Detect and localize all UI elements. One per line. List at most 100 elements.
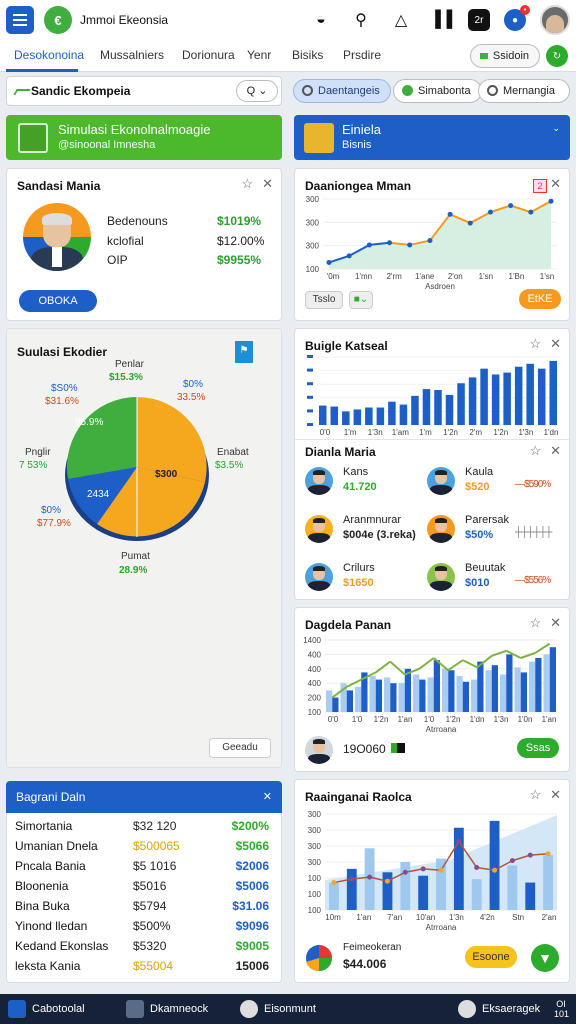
ssas-button[interactable]: Ssas — [517, 738, 559, 758]
close-icon[interactable]: ✕ — [262, 176, 273, 192]
alert-square-icon[interactable]: 2r — [468, 9, 490, 31]
refresh-icon[interactable]: ↻ — [546, 45, 568, 67]
x-tick-label: 1'2n — [443, 428, 458, 437]
star-icon[interactable]: ☆ — [529, 336, 541, 352]
star-icon[interactable]: ☆ — [529, 443, 541, 459]
person-name: Beuutak — [465, 562, 506, 574]
combo-chart-card-2: Raainganai Raolca ☆ ✕ 300 300 300 300 100 100 1… — [294, 779, 570, 983]
table-row[interactable]: leksta Kania $55004 15006 — [15, 959, 275, 979]
x-tick-label: 1'am — [392, 428, 409, 437]
bar — [418, 875, 429, 910]
person-value: $010 — [465, 577, 490, 589]
bar — [480, 368, 488, 425]
x-tick-label: 1'3n — [368, 428, 383, 437]
data-point — [346, 253, 352, 259]
pie-cat-label: Pumat — [121, 551, 150, 562]
star-icon[interactable]: ☆ — [241, 176, 253, 192]
action-button[interactable]: EtKE — [519, 289, 561, 309]
search-icon: Q — [246, 85, 256, 97]
table-row[interactable]: Pncala Bania $5 1016 $2006 — [15, 859, 275, 879]
tab-dorionura[interactable]: Dorionura — [182, 48, 235, 62]
pie-cat-value: 7 53% — [19, 460, 48, 471]
bar — [445, 394, 454, 425]
people-title: Dianla Maria — [305, 445, 376, 459]
tab-prsdire[interactable]: Prsdire — [343, 48, 381, 62]
notification-icon[interactable]: ● • — [504, 5, 530, 31]
banner-einiela[interactable]: Einiela Bisnis ⌄ — [294, 115, 570, 160]
toggle-dropdown[interactable]: ■⌄ — [349, 291, 373, 309]
oboka-button[interactable]: OBOKA — [19, 290, 97, 312]
x-tick-label: 1'ane — [415, 272, 435, 281]
hamburger-menu-icon[interactable] — [6, 6, 34, 34]
bottom-item-eisonmunt[interactable]: Eisonmunt — [240, 1000, 316, 1018]
bookmark-icon[interactable]: ⚑ — [235, 341, 253, 363]
bar — [382, 872, 393, 910]
profile-portrait — [23, 203, 91, 271]
bottom-item-eksaeragek[interactable]: Eksaeragek — [458, 1000, 540, 1018]
chevron-icon[interactable]: ⌄ — [552, 123, 560, 134]
star-icon[interactable]: ☆ — [529, 615, 541, 631]
pie-slice-green — [66, 397, 137, 479]
y-tick-mark — [307, 382, 313, 386]
bar — [526, 363, 534, 425]
x-tick-label: 2'rm — [386, 272, 402, 281]
tab-bar: Desokonoina Mussalniers Dorionura Yenr B… — [0, 40, 576, 72]
bar-chart: 0'0 1'm 1'3n 1'am 1'm 1'2n 2'm 1'2n 1'3n 1'dn — [307, 355, 559, 437]
chip-label: Daentangeis — [318, 85, 380, 97]
bottom-item-cabotoolal[interactable]: Cabotoolal — [8, 1000, 85, 1018]
fire-icon[interactable]: ◒ — [308, 7, 334, 33]
bottom-item-dkamneock[interactable]: Dkamneock — [126, 1000, 208, 1018]
ssidoin-button[interactable]: Ssidoin — [469, 44, 540, 68]
bar — [330, 406, 339, 425]
tab-bisiks[interactable]: Bisiks — [292, 48, 323, 62]
y-tick-label: 400 — [308, 665, 322, 674]
table-title: Bagrani Daln — [16, 790, 86, 804]
table-row[interactable]: Bina Buka $5794 $31.06 — [15, 899, 275, 919]
y-tick-mark — [307, 368, 313, 372]
table-row[interactable]: Bloonenia $5016 $5006 — [15, 879, 275, 899]
esoone-button[interactable]: Esoone — [465, 946, 517, 968]
bar-light — [326, 690, 333, 712]
bar — [457, 383, 465, 425]
chip-mernangia[interactable]: Mernangia — [478, 79, 570, 103]
close-icon[interactable]: ✕ — [550, 787, 561, 803]
data-point — [548, 198, 554, 204]
geeadu-button[interactable]: Geeadu — [209, 738, 271, 758]
table-row[interactable]: Umanian Dnela $500065 $5066 — [15, 839, 275, 859]
user-avatar[interactable] — [540, 5, 570, 35]
tab-mussalniers[interactable]: Mussalniers — [100, 48, 164, 62]
filter-button[interactable]: Tsslo — [305, 291, 343, 309]
barcode-icon[interactable]: ▐▐ — [428, 7, 454, 33]
close-icon[interactable]: ✕ — [263, 781, 272, 813]
person-name: Parersak — [465, 514, 510, 526]
down-arrow-icon[interactable]: ▼ — [531, 944, 559, 972]
close-icon[interactable]: ✕ — [550, 443, 561, 459]
data-point — [427, 238, 433, 244]
close-icon[interactable]: ✕ — [550, 336, 561, 352]
close-icon[interactable]: ✕ — [550, 615, 561, 631]
star-icon[interactable]: ☆ — [529, 787, 541, 803]
filter-search-dropdown[interactable]: Q ⌄ — [236, 80, 278, 102]
data-point — [545, 851, 551, 857]
data-point — [367, 874, 373, 880]
table-row[interactable]: Yinond lledan $500% $9096 — [15, 919, 275, 939]
search-icon[interactable]: ⚲ — [348, 7, 374, 33]
globe-icon — [240, 1000, 258, 1018]
close-icon[interactable]: ✕ — [550, 176, 561, 192]
table-row[interactable]: Simortania $32 120 $200% — [15, 819, 275, 839]
bar-light — [384, 677, 391, 712]
x-tick-label: 0'0 — [328, 715, 339, 724]
chip-daentangeis[interactable]: Daentangeis — [293, 79, 391, 103]
chip-simabonta[interactable]: Simabonta — [393, 79, 482, 103]
bar-chart-card: Buigle Katseal ☆ ✕ 0'0 1'm 1'3n 1'am 1'm 1'2n 2… — [294, 328, 570, 600]
table-row[interactable]: Kedand Ekonslas $5320 $9005 — [15, 939, 275, 959]
bell-icon[interactable]: △ — [388, 7, 414, 33]
x-tick-label: 4'2n — [480, 913, 495, 922]
chart-icon — [302, 85, 313, 96]
banner-simulasi[interactable]: Simulasi Ekonolnalmoagie @sinoonal Imnes… — [6, 115, 282, 160]
row-change: $31.06 — [232, 899, 269, 913]
tab-desokonoina[interactable]: Desokonoina — [14, 48, 84, 62]
tab-yenr[interactable]: Yenr — [247, 48, 271, 62]
line-chart-card: Daaniongea Mman 2 ✕ 300 300 300 100'0m 1'mn 2… — [294, 168, 570, 321]
row-change: $9005 — [235, 939, 269, 953]
